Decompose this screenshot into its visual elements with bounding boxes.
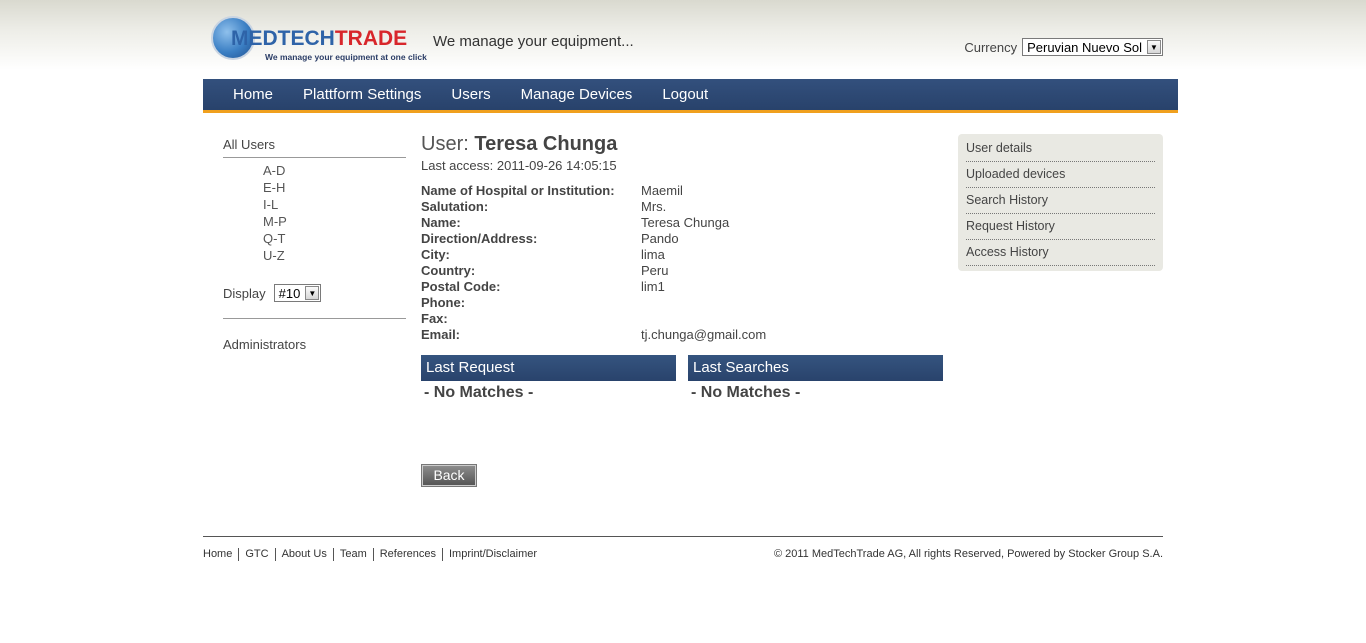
main-nav: Home Plattform Settings Users Manage Dev… xyxy=(203,79,1178,113)
nav-logout[interactable]: Logout xyxy=(662,86,708,103)
footer-links: Home GTC About Us Team References Imprin… xyxy=(203,548,543,561)
back-button[interactable]: Back xyxy=(422,465,476,486)
footer-link-gtc[interactable]: GTC xyxy=(238,548,274,561)
administrators-link[interactable]: Administrators xyxy=(223,337,406,352)
detail-label: Email: xyxy=(421,327,461,342)
detail-label: Postal Code: xyxy=(421,279,501,294)
detail-value: Maemil xyxy=(641,183,683,198)
detail-row-name: Name: Teresa Chunga xyxy=(421,215,943,231)
menu-search-history[interactable]: Search History xyxy=(966,191,1155,214)
page-container: MEDTECHTRADE We manage your equipment at… xyxy=(203,0,1178,643)
display-count-value: #10 xyxy=(278,285,301,301)
detail-value: Pando xyxy=(641,231,679,246)
footer-divider xyxy=(203,536,1163,537)
detail-row-phone: Phone: xyxy=(421,295,943,311)
footer-link-about-us[interactable]: About Us xyxy=(274,548,333,561)
detail-label: Country: xyxy=(421,263,476,278)
user-actions-menu: User details Uploaded devices Search His… xyxy=(958,134,1163,271)
user-details-table: Name of Hospital or Institution: Maemil S… xyxy=(421,183,943,343)
display-row: Display #10 ▼ xyxy=(223,284,406,302)
currency-label: Currency xyxy=(964,39,1018,55)
nav-plattform-settings[interactable]: Plattform Settings xyxy=(303,86,421,103)
last-request-title: Last Request xyxy=(421,355,676,381)
footer-link-home[interactable]: Home xyxy=(203,548,238,561)
detail-row-fax: Fax: xyxy=(421,311,943,327)
last-searches-title: Last Searches xyxy=(688,355,943,381)
letter-filter-u-z[interactable]: U-Z xyxy=(263,247,406,264)
letter-filter-m-p[interactable]: M-P xyxy=(263,213,406,230)
user-detail-main: User: Teresa Chunga Last access: 2011-09… xyxy=(421,133,943,486)
chevron-down-icon[interactable]: ▼ xyxy=(305,286,320,300)
detail-row-city: City: lima xyxy=(421,247,943,263)
detail-value: Peru xyxy=(641,263,669,278)
detail-label: Salutation: xyxy=(421,199,489,214)
activity-panels: Last Request - No Matches - Last Searche… xyxy=(421,355,943,402)
detail-label: Phone: xyxy=(421,295,466,310)
detail-value: lim1 xyxy=(641,279,665,294)
detail-value: Teresa Chunga xyxy=(641,215,730,230)
copyright-text: © 2011 MedTechTrade AG, All rights Reser… xyxy=(773,548,1163,560)
detail-label: Direction/Address: xyxy=(421,231,538,246)
detail-row-hospital: Name of Hospital or Institution: Maemil xyxy=(421,183,943,199)
letter-filter-i-l[interactable]: I-L xyxy=(263,196,406,213)
nav-manage-devices[interactable]: Manage Devices xyxy=(521,86,633,103)
all-users-link[interactable]: All Users xyxy=(223,137,406,158)
page-title: User: Teresa Chunga xyxy=(421,133,943,156)
chevron-down-icon[interactable]: ▼ xyxy=(1147,40,1161,54)
menu-user-details[interactable]: User details xyxy=(966,139,1155,162)
nav-users[interactable]: Users xyxy=(451,86,490,103)
currency-selector: Currency Peruvian Nuevo Sol ▼ xyxy=(964,38,1163,56)
logo-med-text: MEDTECH xyxy=(231,27,335,50)
detail-row-country: Country: Peru xyxy=(421,263,943,279)
sidebar-divider xyxy=(223,318,406,319)
letter-filter-e-h[interactable]: E-H xyxy=(263,179,406,196)
last-searches-empty: - No Matches - xyxy=(691,384,801,401)
detail-row-email: Email: tj.chunga@gmail.com xyxy=(421,327,943,343)
letter-filter-a-d[interactable]: A-D xyxy=(263,162,406,179)
logo-tagline: We manage your equipment at one click xyxy=(265,52,427,62)
detail-label: Fax: xyxy=(421,311,448,326)
last-access: Last access: 2011-09-26 14:05:15 xyxy=(421,158,617,173)
detail-label: Name: xyxy=(421,215,461,230)
medtechtrade-logo[interactable]: MEDTECHTRADE We manage your equipment at… xyxy=(211,16,427,66)
email-link[interactable]: tj.chunga@gmail.com xyxy=(641,327,766,343)
site-tagline: We manage your equipment... xyxy=(433,33,634,50)
user-title-prefix: User: xyxy=(421,133,469,155)
currency-value: Peruvian Nuevo Sol xyxy=(1027,39,1142,55)
currency-select[interactable]: Peruvian Nuevo Sol ▼ xyxy=(1022,38,1163,56)
user-name-title: Teresa Chunga xyxy=(474,133,618,155)
detail-row-postal-code: Postal Code: lim1 xyxy=(421,279,943,295)
last-request-panel: Last Request - No Matches - xyxy=(421,355,676,402)
menu-uploaded-devices[interactable]: Uploaded devices xyxy=(966,165,1155,188)
footer-link-team[interactable]: Team xyxy=(332,548,373,561)
menu-access-history[interactable]: Access History xyxy=(966,243,1155,266)
detail-label: Name of Hospital or Institution: xyxy=(421,183,615,198)
footer-link-references[interactable]: References xyxy=(372,548,442,561)
detail-value: lima xyxy=(641,247,665,262)
nav-home[interactable]: Home xyxy=(233,86,273,103)
letter-filter-list: A-D E-H I-L M-P Q-T U-Z xyxy=(263,162,406,264)
display-count-select[interactable]: #10 ▼ xyxy=(273,284,322,302)
menu-request-history[interactable]: Request History xyxy=(966,217,1155,240)
detail-value: Mrs. xyxy=(641,199,667,214)
detail-row-salutation: Salutation: Mrs. xyxy=(421,199,943,215)
logo-trade-text: TRADE xyxy=(334,27,408,50)
last-request-empty: - No Matches - xyxy=(424,384,534,401)
last-searches-panel: Last Searches - No Matches - xyxy=(688,355,943,402)
footer-link-imprint[interactable]: Imprint/Disclaimer xyxy=(442,548,543,561)
letter-filter-q-t[interactable]: Q-T xyxy=(263,230,406,247)
logo-wordmark: MEDTECHTRADE xyxy=(231,28,407,50)
detail-label: City: xyxy=(421,247,450,262)
detail-row-address: Direction/Address: Pando xyxy=(421,231,943,247)
display-label: Display xyxy=(223,285,266,301)
users-sidebar: All Users A-D E-H I-L M-P Q-T U-Z Displa… xyxy=(223,137,406,352)
